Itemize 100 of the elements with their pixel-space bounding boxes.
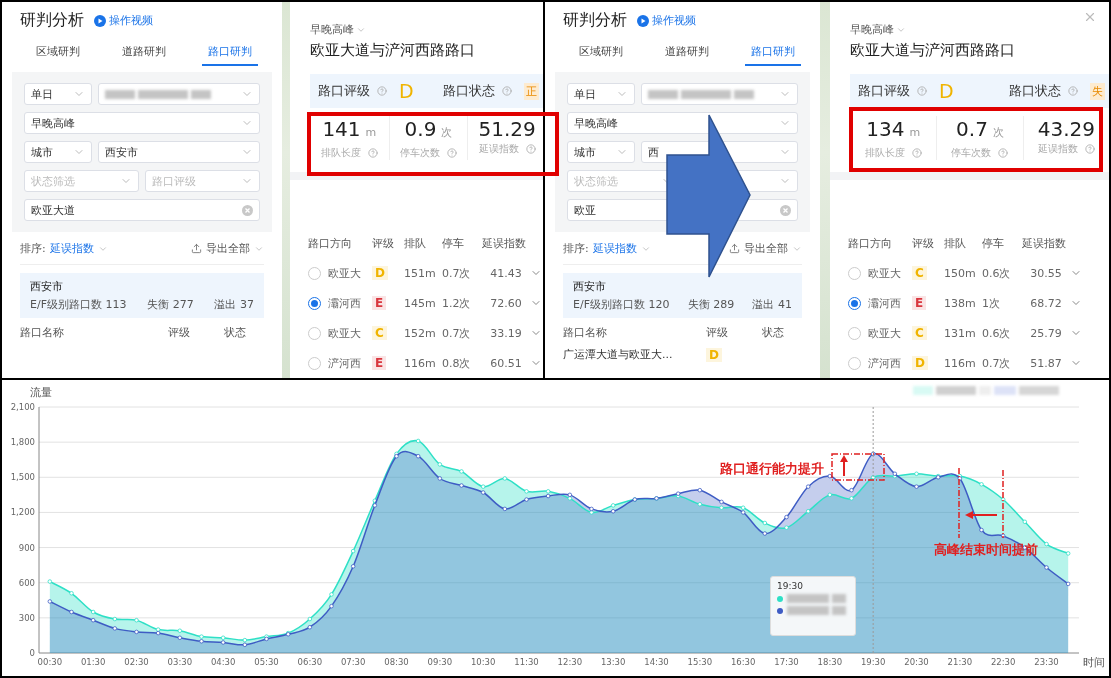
sort-dropdown[interactable]: 延误指数 — [49, 241, 94, 256]
column-header: 评级 — [168, 325, 191, 340]
grade-badge: C — [912, 266, 927, 280]
axis-label: 300 — [18, 612, 35, 623]
direction-name: 浐河西 — [328, 355, 362, 371]
stops-value: 0.8次 — [442, 355, 472, 371]
axis-label: 1,500 — [10, 472, 35, 483]
metric-value: 141 m — [322, 116, 377, 143]
metric-label: 延误指数 — [1037, 142, 1078, 156]
column-header: 排队 — [944, 235, 967, 251]
direction-name: 欧亚大 — [328, 265, 362, 281]
queue-value: 138m — [944, 296, 977, 310]
stops-value: 0.6次 — [982, 325, 1012, 341]
select-field[interactable]: 单日 — [567, 83, 635, 105]
queue-value: 150m — [944, 266, 977, 280]
direction-name: 欧亚大 — [328, 325, 362, 341]
grade-badge: E — [372, 356, 387, 370]
select-field[interactable]: 早晚高峰 — [24, 112, 260, 134]
column-header: 延误指数 — [1022, 235, 1067, 251]
axis-label: 03:30 — [167, 657, 193, 667]
queue-value: 152m — [404, 326, 437, 340]
delay-value: 72.60 — [489, 296, 523, 310]
metric-value: 0.9 次 — [404, 116, 453, 143]
status-badge: 正 — [524, 82, 539, 100]
axis-label: 1,800 — [10, 437, 35, 448]
axis-label: 17:30 — [774, 657, 799, 667]
delay-value: 51.87 — [1029, 356, 1063, 370]
tab[interactable]: 道路研判 — [659, 41, 715, 66]
axis-label: 2,100 — [10, 402, 35, 412]
select-field[interactable]: 西安市 — [98, 141, 260, 163]
metric-value: 0.7 次 — [956, 116, 1004, 143]
column-header: 评级 — [912, 235, 935, 251]
direction-name: 灞河西 — [328, 295, 362, 311]
column-header: 评级 — [372, 235, 395, 251]
metric-label: 停车次数 — [951, 146, 992, 160]
period-dropdown[interactable]: 早晚高峰 — [310, 22, 354, 37]
rating-grade: D — [399, 80, 414, 102]
select-field[interactable]: 城市 — [24, 141, 92, 163]
stat-text: E/F级别路口数 113 — [30, 297, 127, 312]
stops-value: 1.2次 — [442, 295, 472, 311]
stat-text: 溢出 41 — [752, 297, 792, 312]
metric-label: 停车次数 — [400, 146, 440, 160]
column-header: 停车 — [442, 235, 465, 251]
export-button[interactable]: 导出全部 — [191, 241, 250, 256]
direction-name: 欧亚大 — [868, 265, 902, 281]
column-header: 路口方向 — [308, 235, 353, 251]
queue-value: 151m — [404, 266, 437, 280]
rating-grade: D — [939, 80, 954, 102]
axis-label: 16:30 — [730, 657, 756, 667]
video-link[interactable]: 操作视频 — [637, 13, 696, 28]
axis-label: 11:30 — [514, 657, 539, 667]
period-dropdown[interactable]: 早晚高峰 — [850, 22, 894, 37]
column-header: 路口方向 — [848, 235, 893, 251]
axis-label: 12:30 — [557, 657, 583, 667]
column-header: 延误指数 — [482, 235, 527, 251]
export-button[interactable]: 导出全部 — [729, 241, 788, 256]
tab[interactable]: 区域研判 — [573, 41, 629, 66]
metric-value: 51.29 — [478, 116, 536, 142]
axis-label: 07:30 — [340, 657, 366, 667]
axis-label: 13:30 — [600, 657, 626, 667]
list-row[interactable]: 广运潭大道与欧亚大... D — [563, 347, 802, 362]
direction-name: 浐河西 — [868, 355, 902, 371]
axis-label: 900 — [18, 542, 35, 553]
video-link[interactable]: 操作视频 — [94, 13, 153, 28]
metric-label: 延误指数 — [478, 142, 519, 156]
rating-label: 路口评级 — [858, 82, 910, 100]
stat-text: 失衡 277 — [147, 297, 194, 312]
tab[interactable]: 路口研判 — [745, 41, 801, 66]
stat-text: 溢出 37 — [214, 297, 254, 312]
axis-title: 流量 — [30, 386, 52, 399]
queue-value: 131m — [944, 326, 977, 340]
column-header: 路口名称 — [563, 325, 608, 340]
search-field[interactable]: 欧亚大道 — [24, 199, 260, 221]
panel-title: 研判分析 — [563, 10, 627, 31]
queue-value: 145m — [404, 296, 437, 310]
axis-label: 14:30 — [644, 657, 669, 667]
tab[interactable]: 道路研判 — [116, 41, 172, 66]
metric-value: 134 m — [866, 116, 921, 143]
axis-label: 19:30 — [860, 657, 886, 667]
select-field[interactable]: 城市 — [567, 141, 635, 163]
tab[interactable]: 路口研判 — [202, 41, 258, 66]
axis-label: 0 — [29, 648, 35, 658]
tab[interactable]: 区域研判 — [30, 41, 86, 66]
select-field[interactable]: 早晚高峰 — [567, 112, 798, 134]
sort-label: 排序: — [20, 241, 46, 256]
city-name: 西安市 — [30, 279, 64, 294]
axis-label: 18:30 — [817, 657, 843, 667]
column-header: 排队 — [404, 235, 427, 251]
grade-badge: D — [912, 356, 928, 370]
delay-value: 25.79 — [1029, 326, 1063, 340]
rating-label: 路口评级 — [318, 82, 370, 100]
intersection-title: 欧亚大道与浐河西路路口 — [310, 41, 476, 60]
delay-value: 30.55 — [1029, 266, 1063, 280]
stops-value: 0.7次 — [442, 325, 472, 341]
select-field[interactable]: 单日 — [24, 83, 92, 105]
grade-badge: D — [372, 266, 388, 280]
axis-label: 05:30 — [254, 657, 279, 667]
delay-value: 41.43 — [489, 266, 523, 280]
sort-dropdown[interactable]: 延误指数 — [592, 241, 637, 256]
stops-value: 0.7次 — [982, 355, 1012, 371]
